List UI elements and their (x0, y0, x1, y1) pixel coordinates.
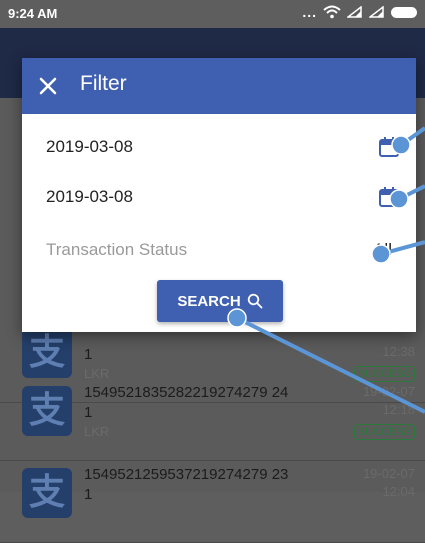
alipay-icon: 支 (22, 328, 72, 378)
more-dots: ... (302, 4, 317, 20)
list-item-txn-id: 1549521259537219274279 23 (84, 466, 289, 483)
list-item-date: 19-02-07 (362, 466, 415, 481)
search-button-label: SEARCH (177, 292, 241, 310)
list-item-amount: 1 (84, 486, 93, 503)
signal-icon (369, 6, 384, 18)
alipay-icon: 支 (22, 386, 72, 436)
list-item-amount: 1 (84, 346, 93, 363)
list-item-date: 19-02-07 (362, 384, 415, 399)
list-item-time: 12:18 (382, 402, 415, 417)
battery-icon (391, 6, 417, 18)
calendar-icon[interactable] (378, 186, 400, 208)
dialog-header: Filter (22, 58, 416, 114)
transaction-status-label: Transaction Status (46, 240, 188, 259)
signal-icon (347, 6, 362, 18)
search-button[interactable]: SEARCH (157, 280, 283, 322)
status-time: 9:24 AM (8, 6, 58, 21)
status-bar: 9:24 AM ... (0, 0, 425, 28)
dialog-title: Filter (80, 72, 127, 95)
list-item: 支 1549521259537219274279 23 1 19-02-07 1… (0, 460, 425, 543)
list-item-time: 12:38 (382, 344, 415, 359)
search-icon (247, 293, 263, 309)
list-item: 支 1549521835282219274279 24 1 LKR 19-02-… (0, 378, 425, 461)
list-item-amount: 1 (84, 404, 93, 421)
from-date-field[interactable]: 2019-03-08 (22, 122, 416, 172)
to-date-field[interactable]: 2019-03-08 (22, 172, 416, 222)
close-icon[interactable] (32, 70, 64, 102)
list-item-currency: LKR (84, 424, 110, 439)
status-badge: SUCCESS (353, 424, 415, 440)
transaction-status-select[interactable]: All (373, 240, 392, 260)
transaction-status-field[interactable]: Transaction Status All (22, 225, 416, 275)
from-date-value[interactable]: 2019-03-08 (46, 137, 133, 157)
alipay-icon: 支 (22, 468, 72, 518)
filter-dialog: Filter 2019-03-08 2019-03-08 Transaction… (22, 58, 416, 332)
calendar-icon[interactable] (378, 136, 400, 158)
status-icons: ... (302, 5, 417, 19)
to-date-value[interactable]: 2019-03-08 (46, 187, 133, 207)
list-item-txn-id: 1549521835282219274279 24 (84, 384, 289, 401)
wifi-icon (323, 5, 341, 19)
